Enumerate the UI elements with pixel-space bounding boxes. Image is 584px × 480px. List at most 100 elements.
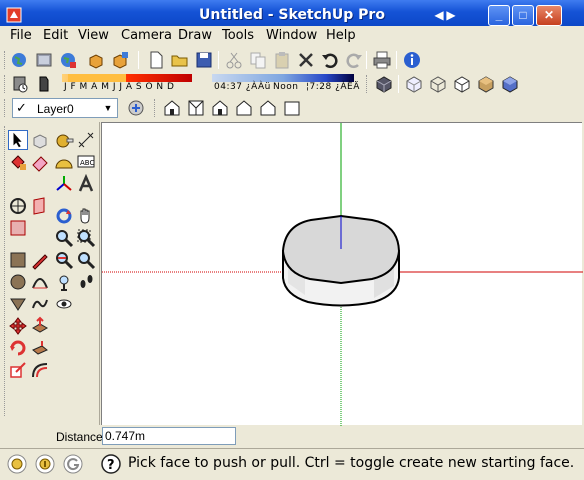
menu-help[interactable]: Help	[326, 28, 356, 43]
modeling-viewport[interactable]	[101, 122, 583, 426]
orbit-tool-icon[interactable]	[54, 206, 74, 226]
maximize-button[interactable]: □	[512, 5, 534, 26]
walk-footprints-icon[interactable]	[76, 272, 96, 292]
shadow-settings-icon[interactable]	[10, 74, 30, 94]
arrow-left-icon[interactable]: ◀	[434, 8, 444, 22]
move-tool-icon[interactable]	[8, 316, 28, 336]
component-icon[interactable]	[86, 50, 106, 70]
toolbar-grip[interactable]	[4, 99, 7, 117]
redo-icon[interactable]	[344, 50, 364, 70]
section-plane-icon[interactable]	[30, 196, 50, 216]
position-camera-icon[interactable]	[54, 272, 74, 292]
tape-measure-icon[interactable]	[54, 130, 74, 150]
get-models-icon[interactable]	[34, 50, 54, 70]
copy-icon[interactable]	[248, 50, 268, 70]
dimension-tool-icon[interactable]	[76, 130, 96, 150]
undo-icon[interactable]	[320, 50, 340, 70]
arrow-right-icon[interactable]: ▶	[446, 8, 456, 22]
minimize-button[interactable]: _	[488, 5, 510, 26]
back-view-icon[interactable]	[258, 98, 278, 118]
pan-hand-icon[interactable]	[76, 206, 96, 226]
orbit-axis-icon[interactable]	[8, 196, 28, 216]
paint-bucket-icon[interactable]	[8, 152, 28, 172]
cut-icon[interactable]	[224, 50, 244, 70]
circle-tool-icon[interactable]	[8, 272, 28, 292]
make-component-icon[interactable]	[30, 130, 50, 150]
arc-tool-icon[interactable]	[30, 272, 50, 292]
eraser-icon[interactable]	[30, 152, 50, 172]
cylinder-shape[interactable]	[281, 214, 401, 307]
hidden-line-view-icon[interactable]	[452, 74, 472, 94]
scale-tool-icon[interactable]	[8, 360, 28, 380]
share-component-icon[interactable]	[110, 50, 130, 70]
share-model-icon[interactable]	[58, 50, 78, 70]
help-question-icon[interactable]: ?	[100, 453, 122, 475]
section-fill-icon[interactable]	[8, 218, 28, 238]
print-icon[interactable]	[372, 50, 392, 70]
credits-icon[interactable]	[34, 453, 56, 475]
offset-tool-icon[interactable]	[30, 360, 50, 380]
freehand-tool-icon[interactable]	[30, 294, 50, 314]
select-tool-icon[interactable]	[8, 130, 28, 150]
rotate-tool-icon[interactable]	[8, 338, 28, 358]
wireframe-view-icon[interactable]	[428, 74, 448, 94]
menu-camera[interactable]: Camera	[121, 28, 172, 43]
time-slider-track[interactable]	[212, 74, 354, 82]
previous-view-icon[interactable]	[76, 250, 96, 270]
menu-tools[interactable]: Tools	[222, 28, 254, 43]
globe-icon[interactable]	[10, 50, 30, 70]
shaded-view-icon[interactable]	[476, 74, 496, 94]
menu-view[interactable]: View	[78, 28, 109, 43]
open-folder-icon[interactable]	[170, 50, 190, 70]
zoom-tool-icon[interactable]	[54, 228, 74, 248]
protractor-icon[interactable]	[54, 152, 74, 172]
toolbar-grip[interactable]	[4, 126, 7, 416]
paste-icon[interactable]	[272, 50, 292, 70]
toolbar-grip[interactable]	[4, 75, 7, 93]
month-slider-track[interactable]	[62, 74, 192, 82]
pencil-line-icon[interactable]	[30, 250, 50, 270]
xray-view-icon[interactable]	[404, 74, 424, 94]
info-icon[interactable]	[402, 50, 422, 70]
textured-view-icon[interactable]	[500, 74, 520, 94]
push-pull-icon[interactable]	[30, 316, 50, 336]
3d-text-icon[interactable]	[76, 174, 96, 194]
zoom-window-icon[interactable]	[76, 228, 96, 248]
menu-file[interactable]: File	[10, 28, 32, 43]
text-tool-icon[interactable]: ABC	[76, 152, 96, 172]
measurements-label: Distance	[56, 430, 103, 444]
menu-window[interactable]: Window	[266, 28, 317, 43]
iso-house-icon[interactable]	[162, 98, 182, 118]
chevron-down-icon[interactable]: ▼	[100, 100, 116, 116]
toolbar-separator	[138, 51, 139, 69]
iso-view-icon[interactable]	[374, 74, 394, 94]
front-view-icon[interactable]	[210, 98, 230, 118]
right-view-icon[interactable]	[234, 98, 254, 118]
new-file-icon[interactable]	[146, 50, 166, 70]
geo-location-icon[interactable]	[6, 453, 28, 475]
display-shadows-icon[interactable]	[34, 74, 54, 94]
look-around-icon[interactable]	[54, 294, 74, 314]
close-button[interactable]: ✕	[536, 5, 562, 26]
menu-edit[interactable]: Edit	[43, 28, 68, 43]
polygon-tool-icon[interactable]	[8, 294, 28, 314]
toolbar-grip[interactable]	[366, 75, 369, 93]
menu-draw[interactable]: Draw	[178, 28, 212, 43]
toolbar-grip[interactable]	[4, 51, 7, 69]
toolbar-grip[interactable]	[154, 99, 157, 117]
axes-tool-icon[interactable]	[54, 174, 74, 194]
delete-icon[interactable]	[296, 50, 316, 70]
toolbar-separator	[398, 75, 399, 93]
measurements-input[interactable]: 0.747m	[102, 427, 236, 445]
top-view-icon[interactable]	[186, 98, 206, 118]
measurements-bar: Distance 0.747m	[0, 426, 584, 446]
rectangle-tool-icon[interactable]	[8, 250, 28, 270]
zoom-extents-icon[interactable]	[54, 250, 74, 270]
layer-dropdown[interactable]: ✓ Layer0 ▼	[12, 98, 118, 118]
follow-me-icon[interactable]	[30, 338, 50, 358]
layer-manager-icon[interactable]	[126, 98, 146, 118]
save-icon[interactable]	[194, 50, 214, 70]
left-view-icon[interactable]	[282, 98, 302, 118]
sign-in-icon[interactable]	[62, 453, 84, 475]
scene-canvas[interactable]	[102, 123, 583, 426]
